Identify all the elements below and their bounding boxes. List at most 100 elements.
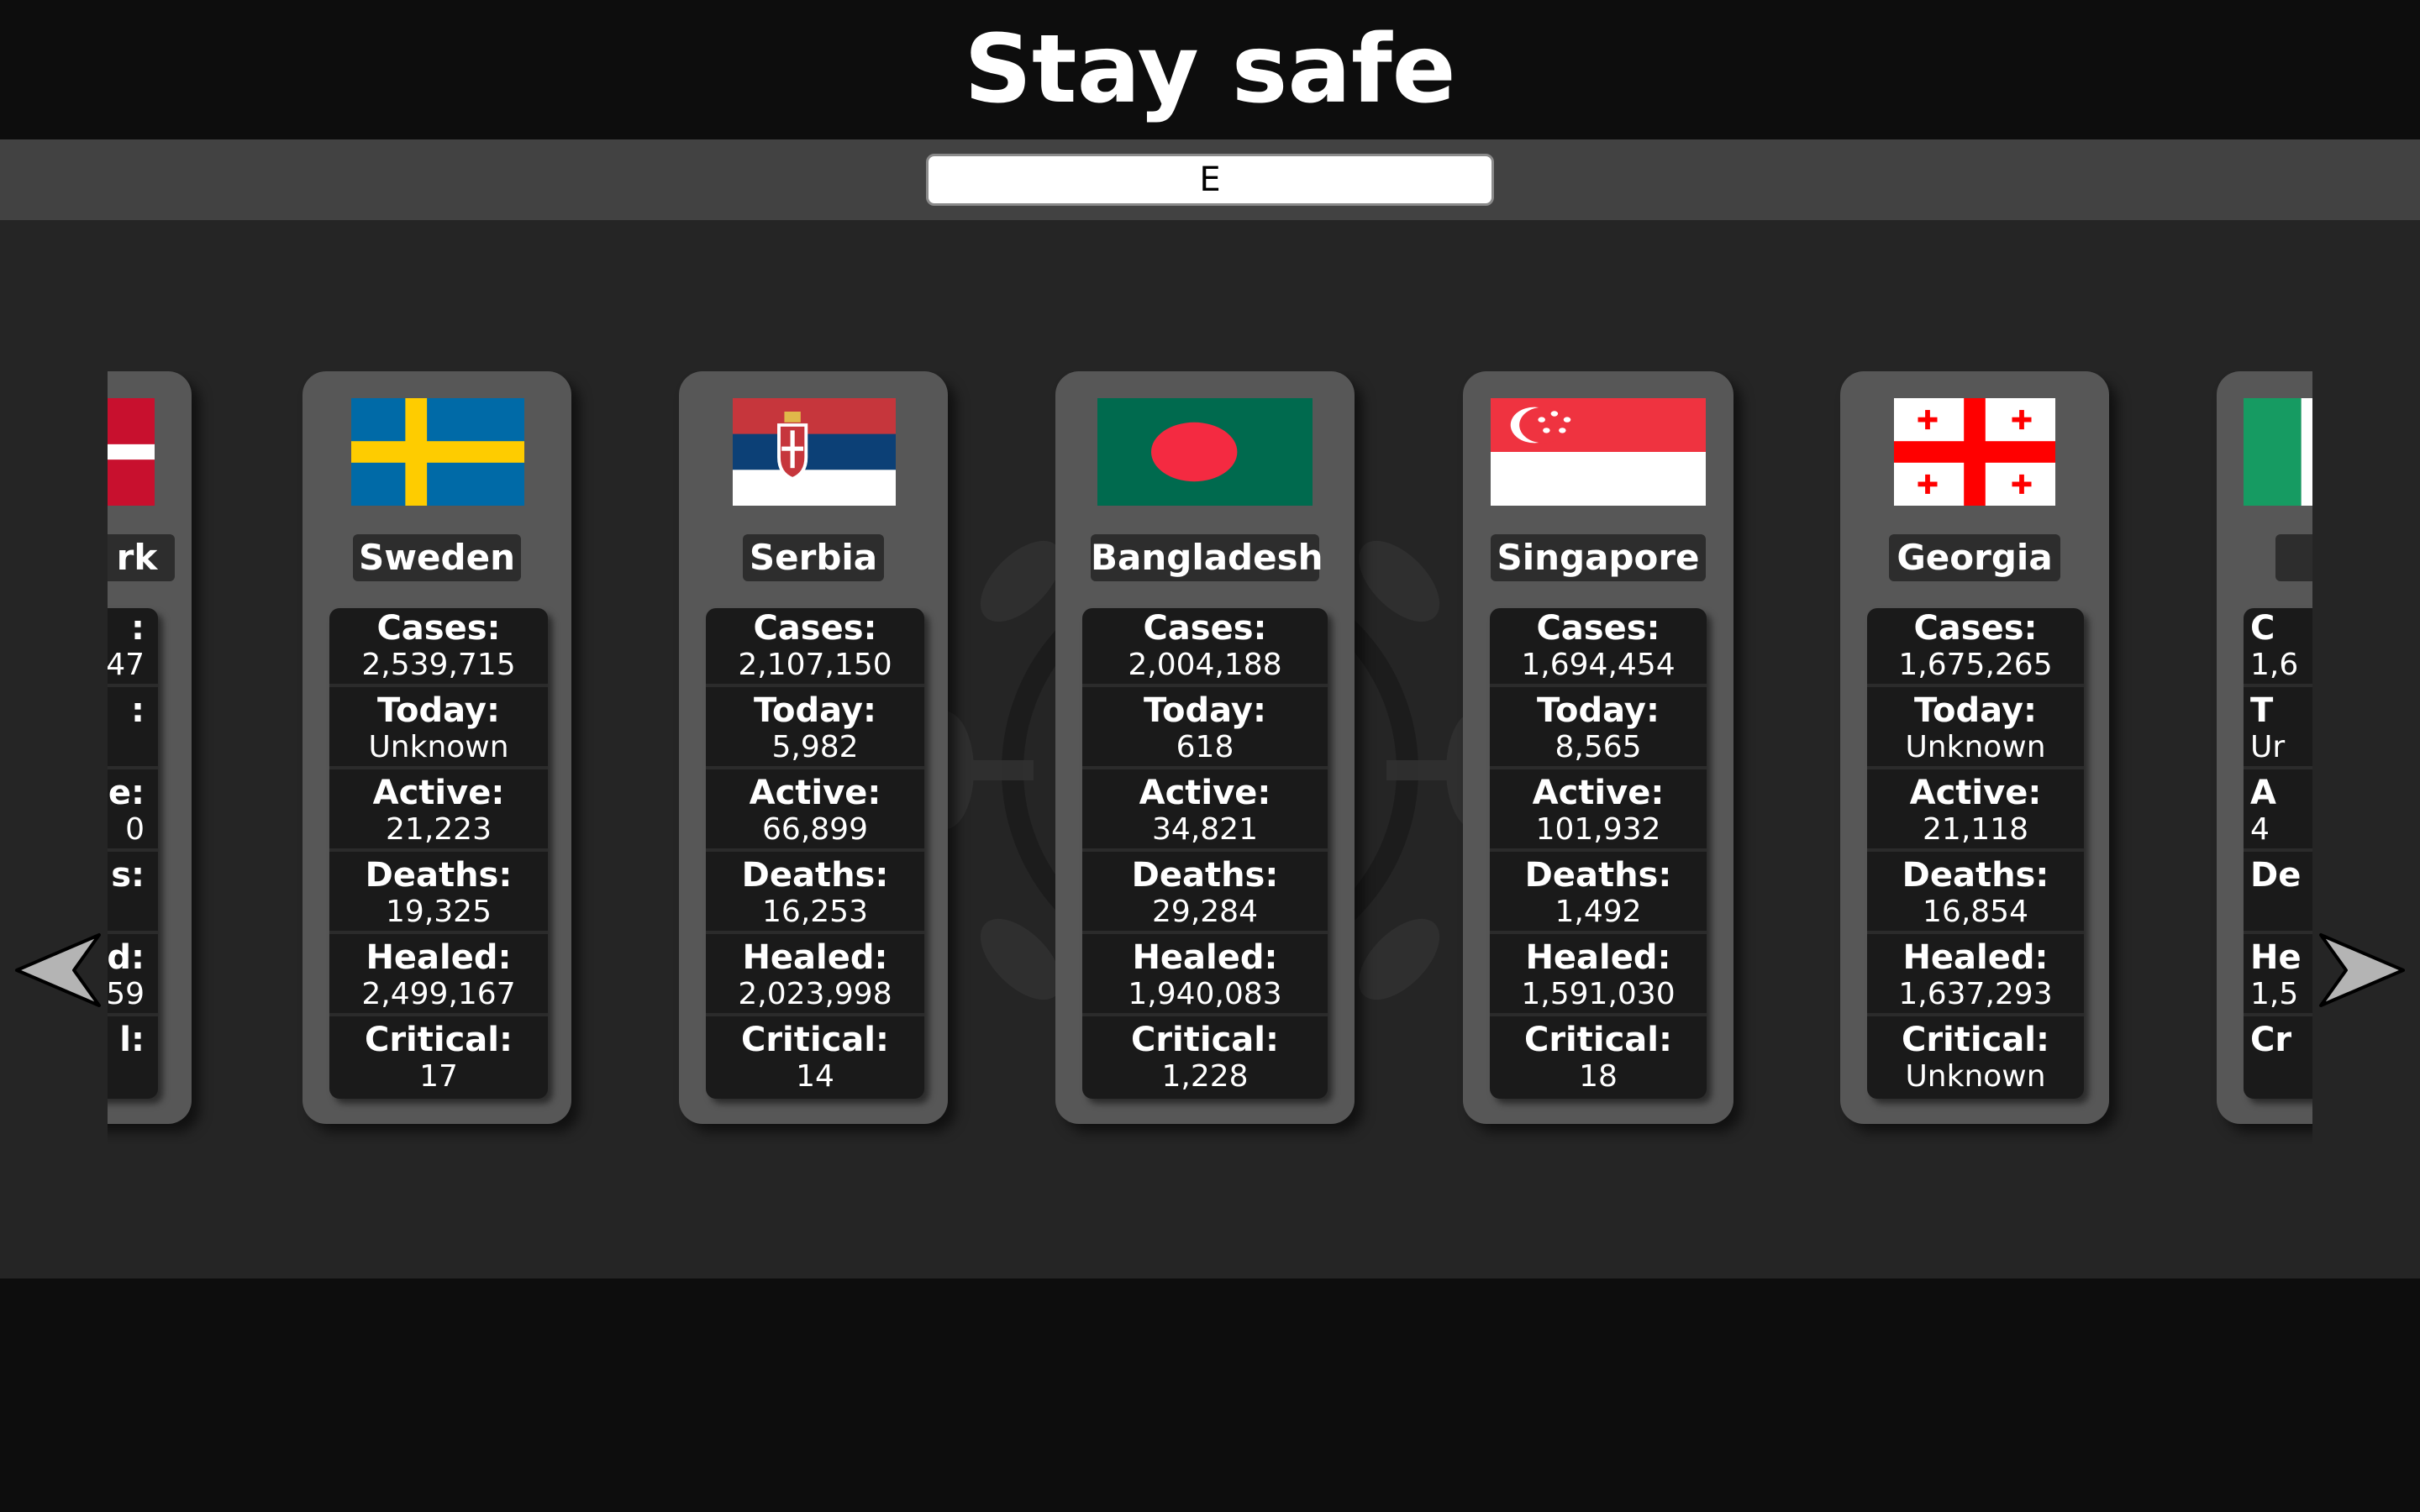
stat-active: Active: 101,932 xyxy=(1490,773,1707,852)
stat-critical: l: xyxy=(108,1020,158,1099)
stat-label-today: Today: xyxy=(1914,691,2037,730)
stat-label-active: Active: xyxy=(749,774,881,812)
stat-value-healed: 1,591,030 xyxy=(1521,977,1676,1011)
stat-value-healed: 1,940,083 xyxy=(1128,977,1282,1011)
stat-label-healed: Healed: xyxy=(366,938,512,977)
stat-value-active: 21,118 xyxy=(1923,812,2028,847)
stat-label-deaths: De xyxy=(2250,856,2302,895)
card-carousel[interactable]: rk:47:e:0s:ed:59l:SwedenCases:2,539,715T… xyxy=(108,371,2312,1144)
stat-deaths: De xyxy=(2244,855,2312,934)
stat-label-healed: ed: xyxy=(108,938,145,977)
previous-arrow-icon[interactable] xyxy=(12,930,104,1011)
stat-label-critical: Critical: xyxy=(1523,1021,1673,1059)
stat-value-critical: 17 xyxy=(419,1059,458,1094)
stat-value-deaths: 1,492 xyxy=(1555,895,1642,929)
stat-value-today: Unknown xyxy=(1905,730,2046,764)
stat-healed: Healed: 1,637,293 xyxy=(1867,937,2084,1016)
stats-panel: Cases: 1,694,454 Today: 8,565 Active: 101,932… xyxy=(1490,608,1707,1099)
country-card-ireland[interactable]: IrC1,6TUrA4DeHe1,5Cr xyxy=(2217,371,2312,1124)
country-name: Singapore xyxy=(1491,534,1706,581)
stat-label-active: e: xyxy=(108,774,145,812)
singapore-flag-icon xyxy=(1491,398,1706,506)
stats-panel: Cases: 2,107,150 Today: 5,982 Active: 66,899 D… xyxy=(706,608,924,1099)
country-card-singapore[interactable]: Singapore Cases: 1,694,454 Today: 8,565 Activ… xyxy=(1463,371,1733,1124)
stat-critical: Critical: 14 xyxy=(706,1020,924,1099)
country-card-serbia[interactable]: Serbia Cases: 2,107,150 Today: 5,982 Active: 6… xyxy=(679,371,948,1124)
stat-cases: Cases: 1,675,265 xyxy=(1867,608,2084,687)
stat-label-deaths: Deaths: xyxy=(1902,856,2049,895)
stat-deaths: s: xyxy=(108,855,158,934)
country-name: Ir xyxy=(2275,534,2312,581)
stat-cases: C 1,6 xyxy=(2244,608,2312,687)
stat-value-active: 21,223 xyxy=(386,812,492,847)
stat-label-healed: Healed: xyxy=(1902,938,2049,977)
stats-panel: Cases: 2,004,188 Today: 618 Active: 34,821 Dea… xyxy=(1082,608,1328,1099)
stat-value-healed: 2,023,998 xyxy=(738,977,892,1011)
stat-value-active: 4 xyxy=(2250,812,2270,847)
stat-label-healed: He xyxy=(2250,938,2302,977)
stat-value-deaths: 16,854 xyxy=(1923,895,2028,929)
stat-cases: Cases: 2,539,715 xyxy=(329,608,548,687)
stat-label-today: : xyxy=(131,691,145,730)
stat-critical: Cr xyxy=(2244,1020,2312,1099)
stat-label-today: Today: xyxy=(754,691,876,730)
country-name: Sweden xyxy=(353,534,521,581)
footer xyxy=(0,1278,2420,1512)
stat-label-active: Active: xyxy=(372,774,505,812)
stat-value-cases: 47 xyxy=(108,648,145,682)
stat-label-critical: Critical: xyxy=(1901,1021,2050,1059)
stat-label-deaths: Deaths: xyxy=(1524,856,1672,895)
stat-healed: Healed: 1,940,083 xyxy=(1082,937,1328,1016)
stat-label-critical: l: xyxy=(119,1021,145,1059)
stat-value-healed: 2,499,167 xyxy=(361,977,516,1011)
stat-cases: Cases: 1,694,454 xyxy=(1490,608,1707,687)
stat-cases: :47 xyxy=(108,608,158,687)
stat-today: Today: Unknown xyxy=(329,690,548,769)
country-card-denmark[interactable]: rk:47:e:0s:ed:59l: xyxy=(108,371,192,1124)
stat-value-healed: 59 xyxy=(108,977,145,1011)
stat-value-deaths: 29,284 xyxy=(1152,895,1258,929)
stat-value-today: Unknown xyxy=(368,730,509,764)
stat-value-active: 101,932 xyxy=(1535,812,1661,847)
stat-value-healed: 1,5 xyxy=(2250,977,2299,1011)
stat-label-cases: Cases: xyxy=(1143,609,1267,648)
stat-active: Active: 34,821 xyxy=(1082,773,1328,852)
stat-active: Active: 21,223 xyxy=(329,773,548,852)
stat-healed: He 1,5 xyxy=(2244,937,2312,1016)
country-card-bangladesh[interactable]: Bangladesh Cases: 2,004,188 Today: 618 Active… xyxy=(1055,371,1355,1124)
stat-label-cases: C xyxy=(2250,609,2275,648)
country-name: Serbia xyxy=(743,534,884,581)
stat-label-deaths: Deaths: xyxy=(1131,856,1279,895)
country-card-georgia[interactable]: Georgia Cases: 1,675,265 Today: Unknown Activ… xyxy=(1840,371,2109,1124)
stat-value-active: 0 xyxy=(125,812,145,847)
stat-value-cases: 2,539,715 xyxy=(361,648,516,682)
stat-label-active: Active: xyxy=(1139,774,1271,812)
stats-panel: C 1,6 T Ur A 4 De He 1,5 Cr xyxy=(2244,608,2312,1099)
stat-label-today: Today: xyxy=(377,691,500,730)
stat-active: e: 0 xyxy=(108,773,158,852)
ireland-flag-icon xyxy=(2244,398,2312,506)
stat-label-active: Active: xyxy=(1909,774,2042,812)
stat-today: : xyxy=(108,690,158,769)
stat-deaths: Deaths: 16,253 xyxy=(706,855,924,934)
bangladesh-flag-icon xyxy=(1097,398,1313,506)
stat-value-critical: 1,228 xyxy=(1161,1059,1249,1094)
stat-cases: Cases: 2,107,150 xyxy=(706,608,924,687)
stat-value-deaths: 19,325 xyxy=(386,895,492,929)
stat-label-critical: Critical: xyxy=(364,1021,513,1059)
stat-value-today: Ur xyxy=(2250,730,2286,764)
stat-label-critical: Critical: xyxy=(1130,1021,1280,1059)
stat-today: Today: 8,565 xyxy=(1490,690,1707,769)
stat-label-deaths: Deaths: xyxy=(365,856,513,895)
stat-label-critical: Cr xyxy=(2250,1021,2292,1059)
search-input[interactable] xyxy=(926,154,1494,206)
stat-label-cases: Cases: xyxy=(753,609,877,648)
sweden-flag-icon xyxy=(351,398,524,506)
stat-active: A4 xyxy=(2244,773,2312,852)
next-arrow-icon[interactable] xyxy=(2316,930,2408,1011)
stat-active: Active: 66,899 xyxy=(706,773,924,852)
country-card-sweden[interactable]: Sweden Cases: 2,539,715 Today: Unknown Active… xyxy=(302,371,571,1124)
stat-label-critical: Critical: xyxy=(740,1021,890,1059)
stat-healed: Healed: 2,499,167 xyxy=(329,937,548,1016)
stat-label-healed: Healed: xyxy=(1525,938,1671,977)
